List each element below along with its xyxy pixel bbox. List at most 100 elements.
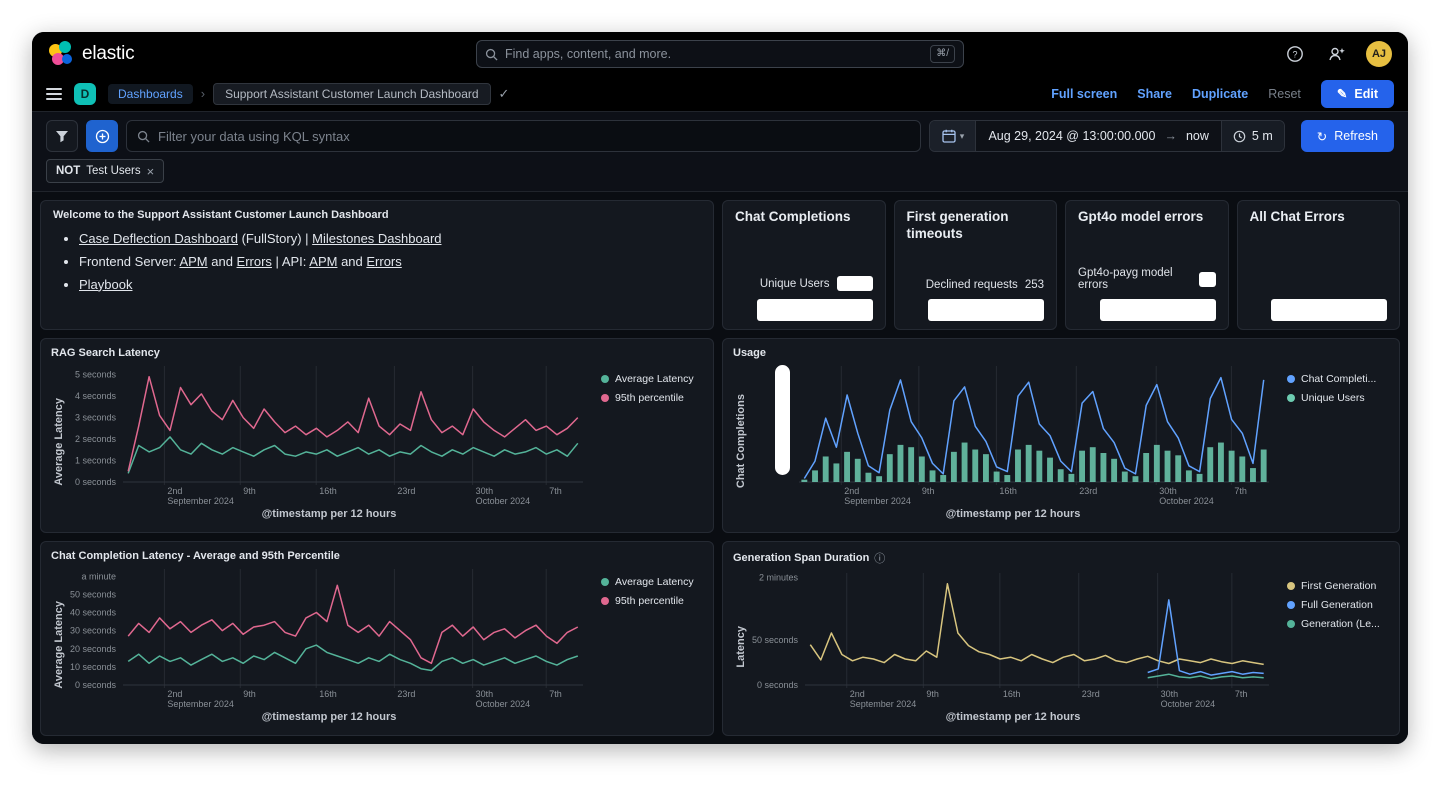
svg-text:30th: 30th [476,486,494,496]
full-screen-button[interactable]: Full screen [1051,87,1117,101]
legend-dot-icon [1287,582,1295,590]
chart-canvas-rag-search-latency[interactable]: 2ndSeptember 20249th16th23rd30thOctober … [67,359,591,508]
svg-text:a minute: a minute [81,571,116,581]
legend-label: Average Latency [615,373,694,385]
global-search-input[interactable] [505,47,923,61]
redacted-value [928,299,1044,321]
y-axis-title: Chat Completions [735,394,747,488]
legend-item[interactable]: 95th percentile [601,392,703,404]
svg-text:23rd: 23rd [397,689,415,699]
legend-dot-icon [601,394,609,402]
share-button[interactable]: Share [1137,87,1172,101]
link-api-apm[interactable]: APM [309,254,337,269]
legend-label: 95th percentile [615,595,684,607]
elastic-logo[interactable]: elastic [48,41,134,67]
svg-text:2nd: 2nd [850,689,865,699]
svg-text:30th: 30th [476,689,494,699]
legend-dot-icon [601,375,609,383]
link-frontend-errors[interactable]: Errors [237,254,272,269]
breadcrumb-separator-icon: › [201,86,205,101]
legend-label: 95th percentile [615,392,684,404]
svg-text:7th: 7th [549,689,562,699]
svg-text:9th: 9th [243,689,256,699]
filter-pill-not-test-users[interactable]: NOT Test Users × [46,159,164,183]
refresh-button[interactable]: ↻ Refresh [1301,120,1394,152]
chart-canvas-chat-completion-latency[interactable]: 2ndSeptember 20249th16th23rd30thOctober … [67,562,591,711]
funnel-icon [55,130,69,143]
metric-label: Unique Users [760,278,830,290]
brand-name: elastic [82,43,134,65]
global-search[interactable]: ⌘/ [476,40,964,68]
legend-item[interactable]: Chat Completi... [1287,373,1389,385]
svg-text:9th: 9th [922,486,935,496]
edit-button[interactable]: ✎ Edit [1321,80,1394,108]
panel-title: All Chat Errors [1250,209,1388,226]
link-case-deflection-dashboard[interactable]: Case Deflection Dashboard [79,231,238,246]
chart-canvas-usage[interactable]: 2ndSeptember 20249th16th23rd30thOctober … [749,359,1277,508]
legend-item[interactable]: 95th percentile [601,595,703,607]
date-to[interactable]: now [1186,129,1209,143]
kql-input[interactable] [158,129,910,144]
duplicate-button[interactable]: Duplicate [1192,87,1248,101]
panel-chat-completion-latency: Chat Completion Latency - Average and 95… [40,541,714,736]
breadcrumb-dashboards[interactable]: Dashboards [108,84,193,104]
search-icon [485,48,498,61]
reset-button[interactable]: Reset [1268,87,1301,101]
legend-item[interactable]: First Generation [1287,580,1389,592]
chevron-down-icon: ▾ [960,131,965,142]
panel-title: Generation Span Duration ⓘ [733,550,1389,566]
kql-search-bar[interactable] [126,120,921,152]
panel-gpt4o-model-errors: Gpt4o model errors Gpt4o-payg model erro… [1065,200,1229,330]
legend-item[interactable]: Unique Users [1287,392,1389,404]
welcome-bullet-1: Case Deflection Dashboard (FullStory) | … [79,228,701,251]
clock-icon [1233,130,1246,143]
refresh-interval-button[interactable]: 5 m [1221,121,1284,151]
redacted-value [837,276,873,291]
svg-text:16th: 16th [319,689,337,699]
link-milestones-dashboard[interactable]: Milestones Dashboard [312,231,441,246]
legend-item[interactable]: Average Latency [601,373,703,385]
legend-item[interactable]: Full Generation [1287,599,1389,611]
close-icon[interactable]: × [147,164,155,179]
panel-title: Chat Completion Latency - Average and 95… [51,550,703,562]
svg-text:?: ? [1292,50,1297,60]
svg-text:1 seconds: 1 seconds [75,456,117,466]
date-picker-calendar-button[interactable]: ▾ [930,121,976,151]
legend-item[interactable]: Generation (Le... [1287,618,1389,630]
panel-rag-search-latency: RAG Search Latency Average Latency 2ndSe… [40,338,714,533]
y-axis-title: Average Latency [53,601,65,689]
filter-menu-button[interactable] [46,120,78,152]
svg-text:0 seconds: 0 seconds [757,680,799,690]
global-header: elastic ⌘/ ? [32,32,1408,76]
legend-item[interactable]: Average Latency [601,576,703,588]
link-frontend-apm[interactable]: APM [179,254,207,269]
link-playbook[interactable]: Playbook [79,277,132,292]
help-icon[interactable]: ? [1282,41,1308,67]
menu-icon[interactable] [46,88,62,100]
date-from[interactable]: Aug 29, 2024 @ 13:00:00.000 [988,129,1155,143]
legend-dot-icon [601,597,609,605]
redacted-value [1271,299,1387,321]
svg-text:16th: 16th [319,486,337,496]
svg-text:September 2024: September 2024 [167,496,234,506]
add-filter-button[interactable] [86,120,118,152]
svg-text:October 2024: October 2024 [476,496,531,506]
space-avatar[interactable]: D [74,83,96,105]
breadcrumb-current: Support Assistant Customer Launch Dashbo… [213,83,490,105]
info-icon[interactable]: ⓘ [874,550,885,566]
redacted-value [757,299,873,321]
svg-text:2 minutes: 2 minutes [759,572,799,582]
legend-label: First Generation [1301,580,1376,592]
panel-first-generation-timeouts: First generation timeouts Declined reque… [894,200,1058,330]
legend-dot-icon [1287,375,1295,383]
user-avatar[interactable]: AJ [1366,41,1392,67]
chart-legend: Average Latency 95th percentile [591,562,703,727]
welcome-bullet-3: Playbook [79,274,701,297]
svg-text:23rd: 23rd [397,486,415,496]
ai-assistant-icon[interactable] [1324,41,1350,67]
date-range[interactable]: Aug 29, 2024 @ 13:00:00.000 → now [976,121,1220,151]
chart-canvas-generation-span-duration[interactable]: 2ndSeptember 20249th16th23rd30thOctober … [749,566,1277,711]
search-shortcut-hint: ⌘/ [930,45,955,63]
link-api-errors[interactable]: Errors [366,254,401,269]
redacted-value [1100,299,1216,321]
